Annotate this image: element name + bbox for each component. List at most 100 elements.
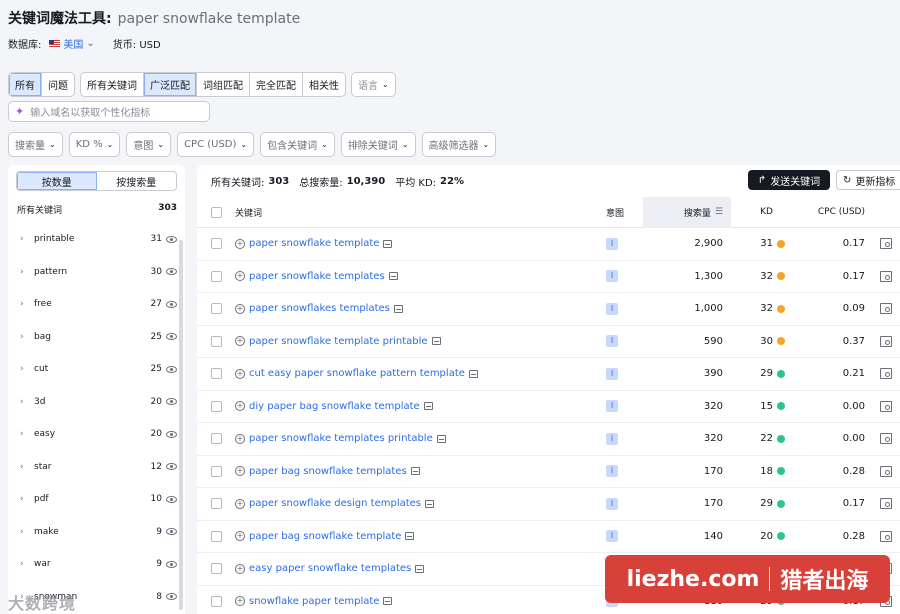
eye-icon[interactable] <box>166 333 177 341</box>
row-checkbox[interactable] <box>210 335 222 347</box>
add-to-list-icon[interactable]: + <box>235 368 245 379</box>
eye-icon[interactable] <box>166 593 177 601</box>
add-to-list-icon[interactable]: + <box>235 433 245 444</box>
serp-preview-icon[interactable] <box>423 402 433 411</box>
group-item[interactable]: › printable 31 <box>8 223 185 256</box>
filter-volume[interactable]: 搜索量 ⌄ <box>8 132 63 157</box>
eye-icon[interactable] <box>166 430 177 438</box>
group-item[interactable]: › make 9 <box>8 516 185 549</box>
domain-input[interactable]: ✦ 输入域名以获取个性化指标 <box>8 101 210 122</box>
language-dropdown[interactable]: 语言 ⌄ <box>351 72 396 97</box>
row-checkbox[interactable] <box>210 303 222 315</box>
header-keyword[interactable]: 关键词 <box>235 206 606 219</box>
serp-analysis-icon[interactable] <box>879 530 892 542</box>
row-checkbox[interactable] <box>210 530 222 542</box>
serp-preview-icon[interactable] <box>415 564 425 573</box>
serp-analysis-icon[interactable] <box>879 465 892 477</box>
row-checkbox[interactable] <box>210 465 222 477</box>
keyword-link[interactable]: diy paper bag snowflake template <box>249 401 420 412</box>
filter-advanced[interactable]: 高级筛选器 ⌄ <box>421 132 497 157</box>
header-cpc[interactable]: CPC (USD) <box>791 207 871 217</box>
tab-phrase-match[interactable]: 词组匹配 <box>197 73 250 96</box>
filter-exclude[interactable]: 排除关键词 ⌄ <box>340 132 416 157</box>
sort-by-count[interactable]: 按数量 <box>17 172 97 190</box>
update-metrics-button[interactable]: ↻ 更新指标 <box>836 170 900 190</box>
serp-preview-icon[interactable] <box>425 499 435 508</box>
filter-include[interactable]: 包含关键词 ⌄ <box>260 132 335 157</box>
row-checkbox[interactable] <box>210 433 222 445</box>
group-item[interactable]: › free 27 <box>8 288 185 321</box>
keyword-link[interactable]: paper snowflake design templates <box>249 498 421 509</box>
sort-by-volume[interactable]: 按搜索量 <box>97 172 177 190</box>
keyword-link[interactable]: paper snowflake template printable <box>249 336 428 347</box>
serp-analysis-icon[interactable] <box>879 400 892 412</box>
serp-analysis-icon[interactable] <box>879 303 892 315</box>
serp-analysis-icon[interactable] <box>879 238 892 250</box>
group-item[interactable]: › cut 25 <box>8 353 185 386</box>
tab-questions[interactable]: 问题 <box>42 73 74 96</box>
send-keywords-button[interactable]: ↱ 发送关键词 <box>748 170 830 190</box>
row-checkbox[interactable] <box>210 400 222 412</box>
row-checkbox[interactable] <box>210 595 222 607</box>
serp-preview-icon[interactable] <box>383 239 393 248</box>
select-all-checkbox[interactable] <box>210 206 222 218</box>
add-to-list-icon[interactable]: + <box>235 336 245 347</box>
keyword-link[interactable]: paper snowflakes templates <box>249 303 390 314</box>
group-item[interactable]: › war 9 <box>8 548 185 581</box>
group-item[interactable]: › pattern 30 <box>8 256 185 289</box>
row-checkbox[interactable] <box>210 368 222 380</box>
group-item[interactable]: › star 12 <box>8 451 185 484</box>
group-item[interactable]: › pdf 10 <box>8 483 185 516</box>
filter-cpc[interactable]: CPC (USD) ⌄ <box>177 132 255 157</box>
add-to-list-icon[interactable]: + <box>235 238 245 249</box>
add-to-list-icon[interactable]: + <box>235 563 245 574</box>
add-to-list-icon[interactable]: + <box>235 303 245 314</box>
add-to-list-icon[interactable]: + <box>235 498 245 509</box>
add-to-list-icon[interactable]: + <box>235 596 245 607</box>
keyword-link[interactable]: paper snowflake templates <box>249 271 385 282</box>
keyword-link[interactable]: paper bag snowflake template <box>249 531 401 542</box>
tab-all-keywords[interactable]: 所有关键词 <box>81 73 144 96</box>
add-to-list-icon[interactable]: + <box>235 271 245 282</box>
serp-analysis-icon[interactable] <box>879 433 892 445</box>
serp-analysis-icon[interactable] <box>879 270 892 282</box>
add-to-list-icon[interactable]: + <box>235 531 245 542</box>
serp-preview-icon[interactable] <box>436 434 446 443</box>
keyword-link[interactable]: cut easy paper snowflake pattern templat… <box>249 368 465 379</box>
tab-all[interactable]: 所有 <box>9 73 42 96</box>
group-item[interactable]: › bag 25 <box>8 321 185 354</box>
serp-preview-icon[interactable] <box>405 532 415 541</box>
all-keywords-group[interactable]: 所有关键词 303 <box>8 197 185 223</box>
row-checkbox[interactable] <box>210 238 222 250</box>
serp-preview-icon[interactable] <box>410 467 420 476</box>
serp-analysis-icon[interactable] <box>879 498 892 510</box>
serp-analysis-icon[interactable] <box>879 335 892 347</box>
header-volume[interactable]: 搜索量 ☰ <box>643 196 731 228</box>
database-select[interactable]: 美国 ⌄ <box>49 36 95 51</box>
scrollbar[interactable] <box>179 240 183 610</box>
serp-preview-icon[interactable] <box>468 369 478 378</box>
tab-exact-match[interactable]: 完全匹配 <box>250 73 303 96</box>
add-to-list-icon[interactable]: + <box>235 401 245 412</box>
eye-icon[interactable] <box>166 560 177 568</box>
serp-preview-icon[interactable] <box>388 272 398 281</box>
keyword-link[interactable]: paper snowflake template <box>249 238 379 249</box>
eye-icon[interactable] <box>166 365 177 373</box>
row-checkbox[interactable] <box>210 270 222 282</box>
eye-icon[interactable] <box>166 300 177 308</box>
serp-analysis-icon[interactable] <box>879 368 892 380</box>
keyword-link[interactable]: paper snowflake templates printable <box>249 433 433 444</box>
header-intent[interactable]: 意图 <box>606 206 643 219</box>
eye-icon[interactable] <box>166 268 177 276</box>
eye-icon[interactable] <box>166 495 177 503</box>
row-checkbox[interactable] <box>210 498 222 510</box>
serp-preview-icon[interactable] <box>393 304 403 313</box>
keyword-link[interactable]: snowflake paper template <box>249 596 379 607</box>
row-checkbox[interactable] <box>210 563 222 575</box>
keyword-link[interactable]: paper bag snowflake templates <box>249 466 407 477</box>
group-item[interactable]: › easy 20 <box>8 418 185 451</box>
keyword-link[interactable]: easy paper snowflake templates <box>249 563 411 574</box>
eye-icon[interactable] <box>166 463 177 471</box>
filter-intent[interactable]: 意图 ⌄ <box>126 132 172 157</box>
eye-icon[interactable] <box>166 528 177 536</box>
